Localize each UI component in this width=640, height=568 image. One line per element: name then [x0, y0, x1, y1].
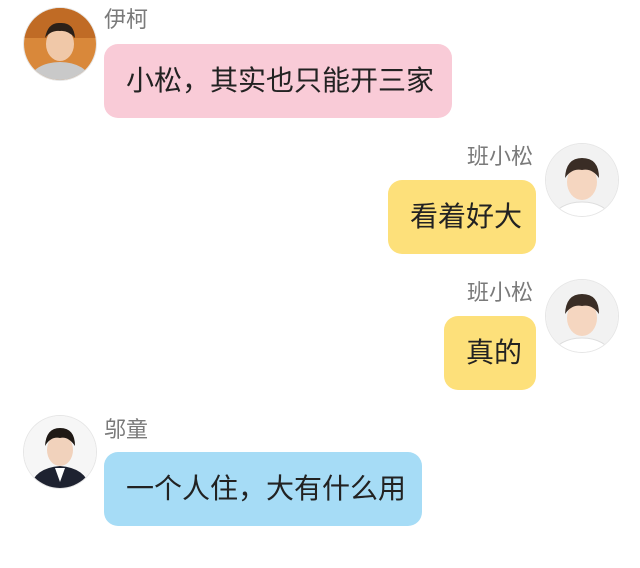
sender-name: 伊柯 — [104, 8, 149, 33]
sender-name: 班小松 — [467, 145, 534, 170]
avatar[interactable] — [24, 8, 96, 80]
message-bubble[interactable]: 一个人住，大有什么用 — [104, 452, 422, 526]
sender-name: 邬童 — [104, 418, 149, 443]
person-photo-icon — [546, 144, 618, 216]
avatar[interactable] — [546, 144, 618, 216]
message-bubble[interactable]: 小松，其实也只能开三家 — [104, 44, 452, 118]
avatar[interactable] — [546, 280, 618, 352]
person-photo-icon — [24, 416, 96, 488]
message-bubble[interactable]: 真的 — [444, 316, 536, 390]
sender-name: 班小松 — [467, 281, 534, 306]
person-photo-icon — [24, 8, 96, 80]
message-bubble[interactable]: 看着好大 — [388, 180, 536, 254]
avatar[interactable] — [24, 416, 96, 488]
person-photo-icon — [546, 280, 618, 352]
